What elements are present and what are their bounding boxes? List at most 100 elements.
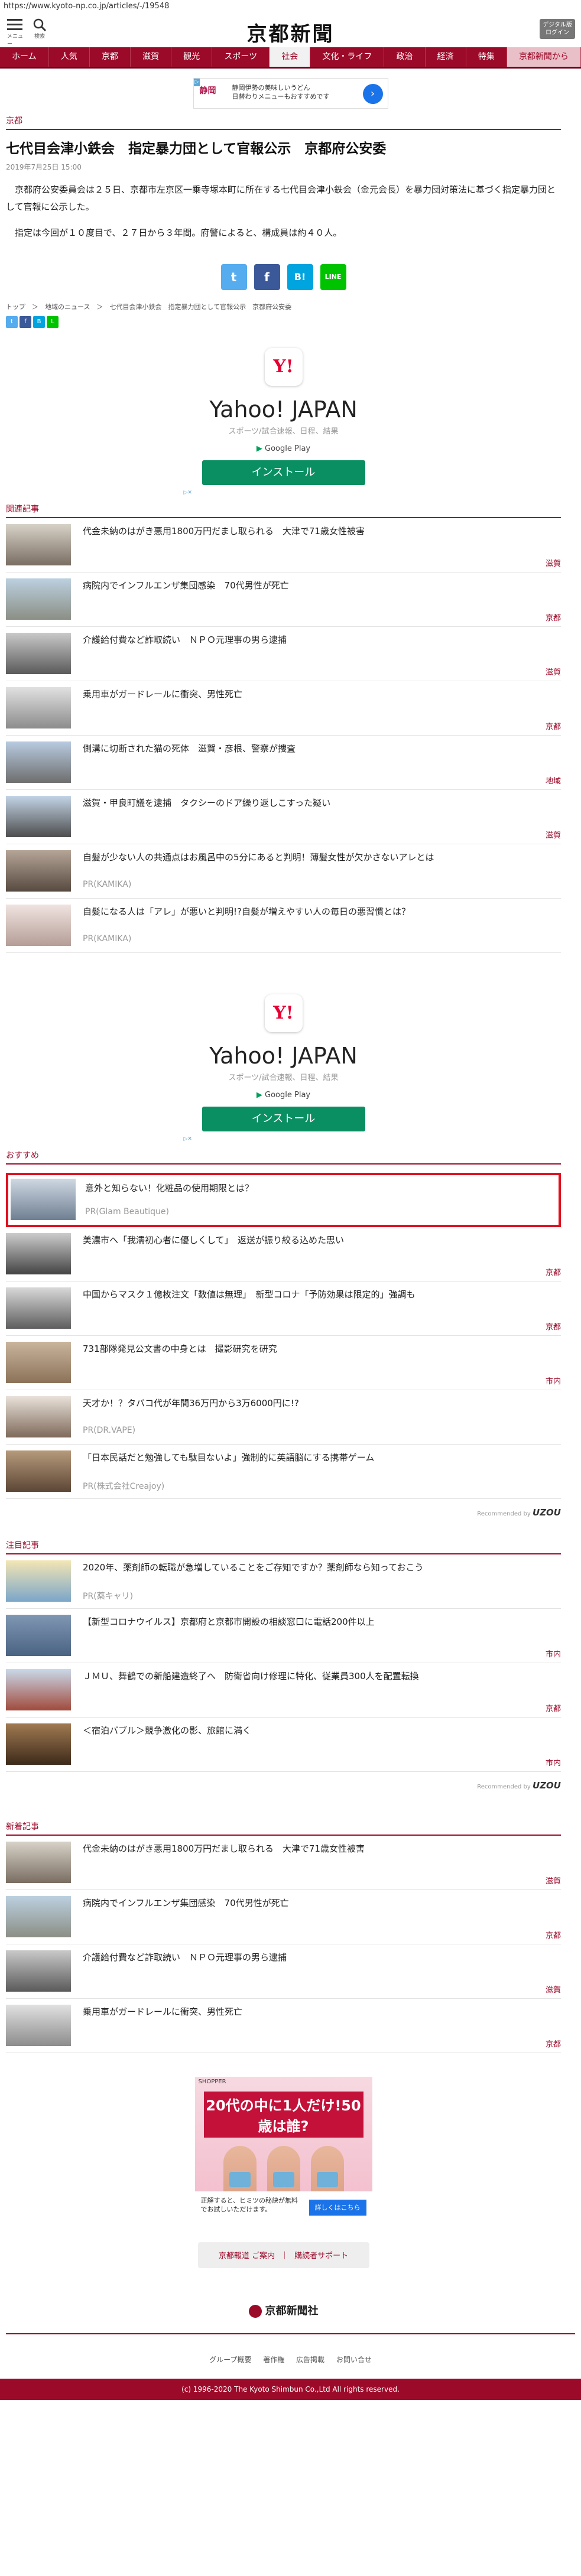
item-category: 京都 xyxy=(545,613,561,623)
list-item[interactable]: 乗用車がガードレールに衝突、男性死亡 京都 xyxy=(6,1999,561,2053)
facebook-icon[interactable]: f xyxy=(20,316,31,328)
thumbnail xyxy=(6,1950,71,1992)
footer-nav-copyright[interactable]: 著作権 xyxy=(263,2356,284,2364)
recommended-by[interactable]: Recommended by UZOU xyxy=(6,1507,561,1518)
nav-economy[interactable]: 経済 xyxy=(426,47,466,67)
list-item[interactable]: 代金未納のはがき悪用1800万円だまし取られる 大津で71歳女性被害 滋賀 xyxy=(6,1836,561,1890)
list-item[interactable]: 意外と知らない！化粧品の使用期限とは？ PR(Glam Beautique) xyxy=(6,1172,561,1227)
thumbnail xyxy=(11,1178,76,1220)
list-item[interactable]: 美濃市へ「我濡初心者に優しくして」 返送が振り絞る込めた思い 京都 xyxy=(6,1227,561,1282)
install-button[interactable]: インストール xyxy=(202,460,365,485)
list-item[interactable]: 側溝に切断された猫の死体 滋賀・彦根、警察が捜査 地域 xyxy=(6,736,561,790)
item-title: 「日本民話だと勉強しても駄目ないよ」強制的に英語脳にする携帯ゲーム xyxy=(83,1452,375,1463)
item-title: 【新型コロナウイルス】京都府と京都市開設の相談窓口に電話200件以上 xyxy=(83,1616,375,1627)
list-item[interactable]: 731部隊発見公文書の中身とは 撮影研究を研究 市内 xyxy=(6,1336,561,1390)
nav-society[interactable]: 社会 xyxy=(270,47,311,67)
list-item[interactable]: 中国からマスク１億枚注文「数値は無理」 新型コロナ「予防効果は限定的」強調も 京… xyxy=(6,1282,561,1336)
nav-culture-life[interactable]: 文化・ライフ xyxy=(310,47,385,67)
nav-politics[interactable]: 政治 xyxy=(384,47,426,67)
ad-title: Yahoo! JAPAN xyxy=(209,1042,358,1069)
thumbnail xyxy=(6,1668,71,1710)
footer-nav-group[interactable]: グループ概要 xyxy=(209,2356,251,2364)
item-title: 美濃市へ「我濡初心者に優しくして」 返送が振り絞る込めた思い xyxy=(83,1234,345,1245)
sponsor-label: PR(DR.VAPE) xyxy=(83,1425,136,1435)
item-category: 市内 xyxy=(545,1758,561,1768)
google-play-label: ▶ Google Play xyxy=(184,444,384,453)
thumbnail xyxy=(6,2004,71,2046)
thumbnail xyxy=(6,1396,71,1437)
nav-features[interactable]: 特集 xyxy=(466,47,507,67)
nav-popular[interactable]: 人気 xyxy=(49,47,90,67)
digital-login-button[interactable]: デジタル版 ログイン xyxy=(540,19,575,39)
list-item[interactable]: 2020年、薬剤師の転職が急増していることをご存知ですか？薬剤師なら知っておこう… xyxy=(6,1554,561,1609)
address-bar[interactable]: https://www.kyoto-np.co.jp/articles/-/19… xyxy=(0,0,581,13)
thumbnail xyxy=(6,850,71,892)
site-header: メニュー 検索 京都新聞 デジタル版 ログイン xyxy=(0,13,581,47)
section-label[interactable]: 京都 xyxy=(6,115,561,130)
ad-footer-text: 正解すると、ヒミツの秘訣が無料でお試しいただけます。 xyxy=(200,2196,298,2213)
footer-nav-advertising[interactable]: 広告掲載 xyxy=(296,2356,324,2364)
list-item[interactable]: 【新型コロナウイルス】京都府と京都市開設の相談窓口に電話200件以上 市内 xyxy=(6,1609,561,1663)
recommended-by-label: Recommended by xyxy=(477,1510,531,1517)
footer-logo[interactable]: 京都新聞社 xyxy=(6,2302,561,2318)
nav-home[interactable]: ホーム xyxy=(0,47,49,67)
ad-cta-button[interactable]: 詳しくはこちら xyxy=(309,2199,366,2216)
twitter-icon[interactable]: t xyxy=(6,316,18,328)
footer-nav-contact[interactable]: お問い合せ xyxy=(336,2356,372,2364)
item-title: 代金未納のはがき悪用1800万円だまし取られる 大津で71歳女性被害 xyxy=(83,525,365,536)
twitter-share-button[interactable]: t xyxy=(220,264,247,290)
list-item[interactable]: 自髪が少ない人の共通点はお風呂中の5分にあると判明！薄髪女性が欠かさないアレとは… xyxy=(6,844,561,899)
line-icon[interactable]: L xyxy=(47,316,59,328)
hatena-icon[interactable]: B xyxy=(33,316,45,328)
ad-choices-icon[interactable]: ▷✕ xyxy=(184,490,192,496)
ad-choices-icon[interactable]: ▷✕ xyxy=(184,1136,192,1142)
item-title: 病院内でインフルエンザ集団感染 70代男性が死亡 xyxy=(83,580,289,591)
thumbnail xyxy=(6,687,71,728)
item-title: 病院内でインフルエンザ集団感染 70代男性が死亡 xyxy=(83,1897,289,1908)
nav-sports[interactable]: スポーツ xyxy=(212,47,270,67)
top-banner-ad[interactable]: ▷ 静岡 静岡伊勢の美味しいうどん 日替わりメニューもおすすめです › xyxy=(193,78,388,109)
breadcrumb[interactable]: トップ ＞ 地域のニュース ＞ 七代目会津小鉄会 指定暴力団として官報公示 京都… xyxy=(6,302,561,311)
thumbnail xyxy=(6,1560,71,1602)
ad-footer: 正解すると、ヒミツの秘訣が無料でお試しいただけます。 詳しくはこちら xyxy=(194,2191,372,2224)
recommended-by[interactable]: Recommended by UZOU xyxy=(6,1780,561,1791)
list-item[interactable]: 病院内でインフルエンザ集団感染 70代男性が死亡 京都 xyxy=(6,573,561,627)
footer-link-guide[interactable]: 京都報道 ご案内 xyxy=(219,2249,275,2260)
list-item[interactable]: ＪＭＵ、舞鶴での新船建造終了へ 防衛省向け修理に特化、従業員300人を配置転換 … xyxy=(6,1663,561,1718)
site-logo[interactable]: 京都新聞 xyxy=(0,18,581,47)
yahoo-app-icon: Y! xyxy=(265,348,303,386)
list-item[interactable]: 病院内でインフルエンザ集団感染 70代男性が死亡 京都 xyxy=(6,1890,561,1944)
item-title: 乗用車がガードレールに衝突、男性死亡 xyxy=(83,2006,243,2017)
list-item[interactable]: 「日本民話だと勉強しても駄目ないよ」強制的に英語脳にする携帯ゲーム PR(株式会… xyxy=(6,1445,561,1499)
install-button[interactable]: インストール xyxy=(202,1106,365,1131)
list-item[interactable]: 介護給付費など詐取続い ＮＰＯ元理事の男ら逮捕 滋賀 xyxy=(6,1944,561,1999)
nav-kyoto[interactable]: 京都 xyxy=(90,47,131,67)
ad-headline: 20代の中に1人だけ!50歳は誰? xyxy=(203,2091,363,2138)
item-category: 京都 xyxy=(545,1322,561,1332)
list-item[interactable]: 滋賀・甲良町議を逮捕 タクシーのドア繰り返しこすった疑い 滋賀 xyxy=(6,790,561,844)
hatena-share-button[interactable]: B! xyxy=(287,264,313,290)
ad-choices-icon[interactable]: ▷ xyxy=(193,79,200,86)
line-share-button[interactable]: LINE xyxy=(320,264,346,290)
list-item[interactable]: ＜宿泊バブル＞競争激化の影、旅館に満く 市内 xyxy=(6,1718,561,1772)
item-title: 代金未納のはがき悪用1800万円だまし取られる 大津で71歳女性被害 xyxy=(83,1843,365,1854)
bottom-banner-ad[interactable]: SHOPPER 20代の中に1人だけ!50歳は誰? 正解すると、ヒミツの秘訣が無… xyxy=(194,2076,372,2224)
ad-arrow-icon[interactable]: › xyxy=(362,84,383,104)
login-label: ログイン xyxy=(546,30,569,36)
list-item[interactable]: 代金未納のはがき悪用1800万円だまし取られる 大津で71歳女性被害 滋賀 xyxy=(6,518,561,573)
list-item[interactable]: 介護給付費など詐取続い ＮＰＯ元理事の男ら逮捕 滋賀 xyxy=(6,627,561,681)
thumbnail xyxy=(6,795,71,837)
nav-shiga[interactable]: 滋賀 xyxy=(131,47,172,67)
list-item[interactable]: 自髪になる人は「アレ」が悪いと判明!?自髪が増えやすい人の毎日の悪習慣とは？ P… xyxy=(6,899,561,953)
nav-from-kyoto-shimbun[interactable]: 京都新聞から xyxy=(507,47,581,67)
list-item[interactable]: 天才か！？タバコ代が年間36万円から3万6000円に!? PR(DR.VAPE) xyxy=(6,1390,561,1445)
yahoo-app-ad[interactable]: Y! Yahoo! JAPAN スポーツ/試合速報、日程、結果 ▶ Google… xyxy=(184,983,384,1142)
footer-link-support[interactable]: 購読者サポート xyxy=(294,2249,348,2260)
yahoo-app-ad[interactable]: Y! Yahoo! JAPAN スポーツ/試合速報、日程、結果 ▶ Google… xyxy=(184,336,384,496)
facebook-share-button[interactable]: f xyxy=(254,264,280,290)
thumbnail xyxy=(6,904,71,946)
nav-tourism[interactable]: 観光 xyxy=(171,47,213,67)
list-item[interactable]: 乗用車がガードレールに衝突、男性死亡 京都 xyxy=(6,681,561,736)
digital-label: デジタル版 xyxy=(543,22,572,28)
store-name: Google Play xyxy=(265,444,311,453)
